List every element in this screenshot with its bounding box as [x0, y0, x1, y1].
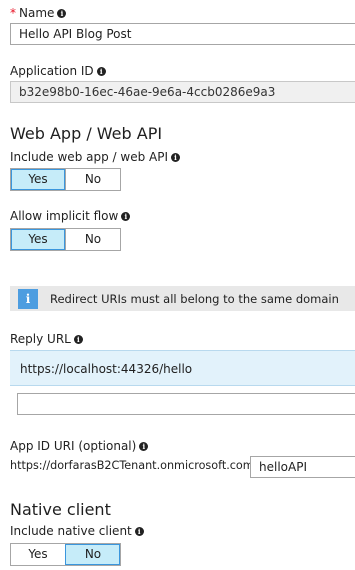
reply-url-label: Reply URL — [10, 332, 71, 346]
include-native-client-label: Include native client — [10, 524, 132, 538]
app-id-uri-label-row: App ID URI (optional) i — [10, 439, 149, 453]
implicit-flow-no[interactable]: No — [65, 229, 120, 250]
reply-url-row[interactable]: https://localhost:44326/hello — [10, 350, 355, 386]
web-app-section-title: Web App / Web API — [10, 124, 163, 143]
app-id-uri-label: App ID URI (optional) — [10, 439, 137, 453]
info-icon[interactable]: i — [134, 527, 144, 536]
app-id-uri-input[interactable]: helloAPI — [250, 456, 355, 478]
include-web-app-no[interactable]: No — [65, 169, 120, 190]
native-client-yes[interactable]: Yes — [11, 544, 65, 565]
application-id-label: Application ID — [10, 64, 94, 78]
banner-text: Redirect URIs must all belong to the sam… — [50, 291, 339, 306]
name-input[interactable]: Hello API Blog Post — [10, 23, 355, 45]
info-icon[interactable]: i — [96, 67, 106, 76]
info-icon: i — [18, 288, 38, 309]
include-web-app-label: Include web app / web API — [10, 150, 168, 164]
info-icon[interactable]: i — [57, 9, 67, 18]
info-icon[interactable]: i — [139, 442, 149, 451]
implicit-flow-toggle[interactable]: Yes No — [10, 228, 121, 251]
info-icon[interactable]: i — [121, 212, 131, 221]
application-id-label-row: Application ID i — [10, 64, 106, 78]
include-native-client-label-row: Include native client i — [10, 524, 144, 538]
application-id-field[interactable]: b32e98b0-16ec-46ae-9e6a-4ccb0286e9a3 — [10, 81, 355, 103]
native-client-no[interactable]: No — [65, 544, 120, 565]
app-id-uri-prefix: https://dorfarasB2CTenant.onmicrosoft.co… — [10, 459, 258, 472]
include-web-app-yes[interactable]: Yes — [11, 169, 65, 190]
name-label-row: * Name i — [10, 6, 67, 20]
reply-url-new-input[interactable] — [17, 393, 355, 415]
implicit-flow-yes[interactable]: Yes — [11, 229, 65, 250]
redirect-info-banner: i Redirect URIs must all belong to the s… — [10, 286, 355, 311]
native-client-toggle[interactable]: Yes No — [10, 543, 121, 566]
implicit-flow-label-row: Allow implicit flow i — [10, 209, 131, 223]
reply-url-label-row: Reply URL i — [10, 332, 83, 346]
info-icon[interactable]: i — [171, 153, 180, 162]
native-client-section-title: Native client — [10, 500, 111, 519]
include-web-app-label-row: Include web app / web API i — [10, 150, 180, 164]
include-web-app-toggle[interactable]: Yes No — [10, 168, 121, 191]
info-icon[interactable]: i — [73, 335, 83, 344]
implicit-flow-label: Allow implicit flow — [10, 209, 119, 223]
required-asterisk: * — [10, 6, 16, 20]
name-label: Name — [19, 6, 55, 20]
